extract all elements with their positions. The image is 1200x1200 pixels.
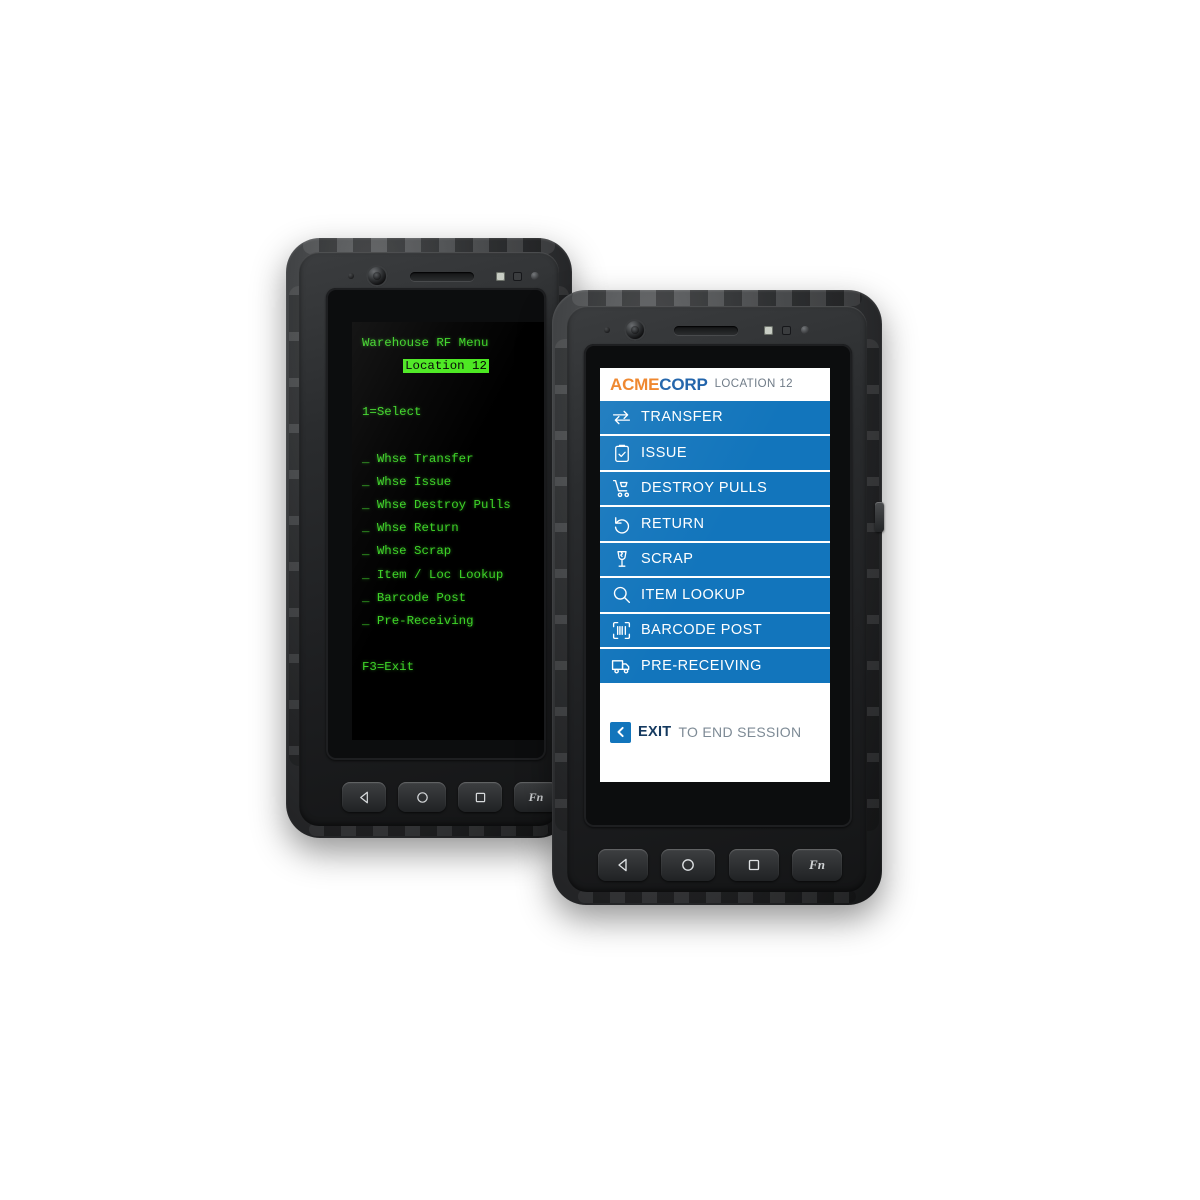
terminal-menu-item[interactable]: _ Whse Issue [362,471,544,494]
modern-recents-button[interactable] [728,849,779,881]
brand-first: ACME [610,375,660,394]
legacy-home-button[interactable] [398,782,446,812]
modern-nav-key-row: Fn [598,847,842,883]
speaker-grille-icon [410,271,474,281]
exit-sublabel: TO END SESSION [678,724,802,741]
menu-item-label: SCRAP [641,551,694,568]
modern-fn-button[interactable]: Fn [791,849,842,881]
menu-item-label: ISSUE [641,444,688,461]
proximity-sensor-icon [782,325,791,335]
recents-square-icon [475,792,485,802]
home-circle-icon [416,791,428,803]
exit-row[interactable]: EXIT TO END SESSION [600,682,830,782]
side-power-button[interactable] [875,502,884,532]
modern-back-button[interactable] [598,849,648,881]
recents-square-icon [748,859,759,871]
home-circle-icon [682,859,695,871]
terminal-menu-item[interactable]: _ Whse Destroy Pulls [362,494,544,517]
menu-item-label: BARCODE POST [641,622,763,639]
broken-glass-icon [611,549,632,570]
mic-hole-icon [604,327,610,333]
app-header: ACMECORP LOCATION 12 [600,368,830,401]
menu-item-label: RETURN [641,515,705,532]
modern-home-button[interactable] [661,849,716,881]
legacy-back-button[interactable] [342,782,386,812]
back-triangle-icon [618,858,627,872]
terminal-spacer-1 [362,378,544,401]
bumper-top-nubs [571,290,863,306]
legacy-handheld-device: Fn Warehouse RF Menu Location 12 1=Selec… [286,238,572,838]
brand-logo: ACMECORP [610,376,708,393]
terminal-menu-item[interactable]: _ Item / Loc Lookup [362,564,544,587]
terminal-menu-item[interactable]: _ Whse Return [362,517,544,540]
legacy-fn-label: Fn [528,789,544,804]
header-location: LOCATION 12 [714,377,793,390]
light-sensor-icon [531,272,539,280]
modern-fn-label: Fn [809,857,825,872]
terminal-title: Warehouse RF Menu [362,336,489,350]
scene: Fn Warehouse RF Menu Location 12 1=Selec… [0,0,1200,1200]
light-sensor-icon [801,326,809,334]
app-menu-list: TRANSFER ISSUE DESTROY PULLS RETURN SCRAP ITE… [600,401,830,683]
terminal-menu-item[interactable]: _ Whse Scrap [362,540,544,563]
brand-second: CORP [659,375,708,394]
camera-lens-icon [624,319,646,341]
back-triangle-icon [359,791,368,803]
menu-item-pre-receiving[interactable]: PRE-RECEIVING [600,649,830,683]
speaker-grille-icon [674,325,738,335]
menu-item-scrap[interactable]: SCRAP [600,542,830,579]
legacy-top-sensor-bar [348,264,548,288]
menu-item-label: PRE-RECEIVING [641,657,762,674]
exit-label: EXIT [638,724,672,741]
terminal-prompt: 1=Select [362,405,422,420]
mic-hole-icon [348,273,354,279]
bumper-right-rail [865,339,879,832]
warehouse-app-screen: ACMECORP LOCATION 12 TRANSFER ISSUE DESTRO… [600,368,830,782]
menu-item-transfer[interactable]: TRANSFER [600,401,830,437]
terminal-spacer-3 [362,633,544,656]
legacy-recents-button[interactable] [458,782,502,812]
terminal-menu-item[interactable]: _ Barcode Post [362,587,544,610]
transfer-arrows-icon [611,407,632,428]
camera-lens-icon [366,265,388,287]
status-led-icon [764,325,773,335]
terminal-menu-item[interactable]: _ Pre-Receiving [362,610,544,633]
terminal-footer: F3=Exit [362,660,415,675]
terminal-menu-item[interactable]: _ Whse Transfer [362,448,544,471]
delivery-truck-icon [611,655,632,676]
barcode-scan-icon [611,620,632,641]
undo-arrow-icon [611,514,632,535]
proximity-sensor-icon [513,271,522,281]
magnifier-icon [611,584,632,605]
modern-top-sensor-bar [604,318,842,342]
clipboard-check-icon [611,443,632,464]
legacy-terminal-screen: Warehouse RF Menu Location 12 1=Select _… [352,322,544,740]
status-led-icon [496,271,505,281]
menu-item-label: ITEM LOOKUP [641,586,746,603]
menu-item-label: TRANSFER [641,409,724,426]
menu-item-label: DESTROY PULLS [641,480,768,497]
menu-item-issue[interactable]: ISSUE [600,436,830,472]
terminal-location-highlight: Location 12 [403,359,489,374]
hand-truck-icon [611,478,632,499]
legacy-nav-key-row: Fn [342,780,558,814]
menu-item-destroy-pulls[interactable]: DESTROY PULLS [600,471,830,508]
terminal-spacer-2 [362,425,544,448]
back-chevron-icon [610,721,631,743]
menu-item-item-lookup[interactable]: ITEM LOOKUP [600,578,830,614]
terminal-menu-list: _ Whse Transfer _ Whse Issue _ Whse Destro… [362,448,544,634]
terminal-location-row: Location 12 [362,355,544,378]
menu-item-return[interactable]: RETURN [600,507,830,543]
menu-item-barcode-post[interactable]: BARCODE POST [600,613,830,650]
